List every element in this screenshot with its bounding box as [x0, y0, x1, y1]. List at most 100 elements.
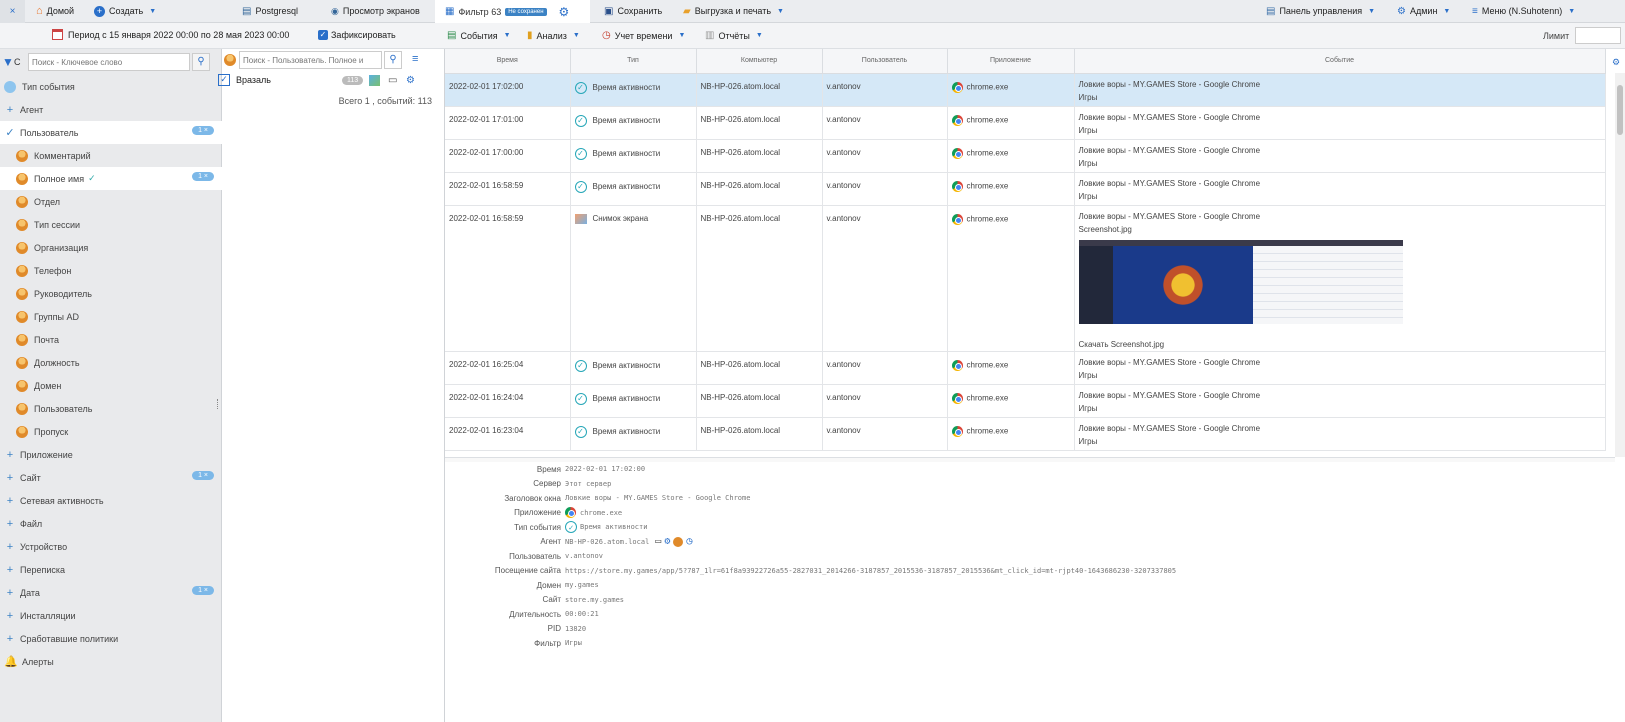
table-row[interactable]: 2022-02-01 16:25:04 ✓ Время активности NB-H…: [445, 351, 1606, 385]
sidebar-item[interactable]: + Дата 1 ×: [0, 581, 222, 604]
sidebar-item[interactable]: + Файл: [0, 512, 222, 535]
column-app[interactable]: Приложение: [947, 49, 1075, 74]
resize-handle[interactable]: [217, 399, 219, 409]
expand-icon[interactable]: +: [4, 633, 16, 645]
clock-icon[interactable]: ◷: [686, 536, 692, 547]
column-event[interactable]: Событие: [1074, 49, 1606, 74]
export-button[interactable]: ▰ Выгрузка и печать ▼: [683, 6, 784, 17]
menu-button[interactable]: ≡ Меню (N.Suhotenn) ▼: [1472, 6, 1575, 17]
expand-icon[interactable]: +: [4, 587, 16, 599]
close-icon[interactable]: ×: [0, 0, 25, 23]
sidebar-item[interactable]: + Сайт 1 ×: [0, 466, 222, 489]
dashboard-button[interactable]: ▤ Панель управления ▼: [1266, 6, 1375, 17]
sidebar-item[interactable]: Полное имя ✓ 1 ×: [0, 167, 222, 190]
sidebar-item[interactable]: + Сработавшие политики: [0, 627, 222, 650]
admin-button[interactable]: ⚙ Админ ▼: [1397, 6, 1450, 17]
expand-icon[interactable]: +: [4, 518, 16, 530]
filter-count-badge[interactable]: 1 ×: [192, 172, 214, 181]
settings-icon[interactable]: ⚙: [406, 75, 415, 86]
result-checkbox[interactable]: ✓: [218, 74, 230, 86]
sidebar-item[interactable]: Должность: [0, 351, 222, 374]
time-tracking-button[interactable]: ◷ Учет времени ▼: [602, 30, 685, 41]
sidebar-item[interactable]: Организация: [0, 236, 222, 259]
sidebar-item[interactable]: + Сетевая активность: [0, 489, 222, 512]
grid-scrollbar[interactable]: [1615, 73, 1625, 457]
sidebar-item[interactable]: Тип события: [0, 75, 222, 98]
sidebar-item[interactable]: Телефон: [0, 259, 222, 282]
sidebar-search-input[interactable]: [28, 53, 190, 71]
expand-icon[interactable]: +: [4, 472, 16, 484]
search-icon[interactable]: ⚲: [384, 51, 402, 69]
analysis-button[interactable]: ▮ Анализ ▼: [527, 30, 580, 41]
column-computer[interactable]: Компьютер: [696, 49, 823, 74]
table-row[interactable]: 2022-02-01 16:24:04 ✓ Время активности NB-H…: [445, 384, 1606, 418]
sidebar-item[interactable]: Пользователь: [0, 397, 222, 420]
user-search-input[interactable]: [239, 51, 382, 69]
sidebar-item[interactable]: + Инсталляции: [0, 604, 222, 627]
sidebar-item[interactable]: ✓ Пользователь 1 ×: [0, 121, 222, 144]
home-button[interactable]: ⌂ Домой: [36, 5, 74, 17]
postgresql-button[interactable]: ▤ Postgresql: [242, 6, 298, 17]
result-item[interactable]: ✓ Вразаль 113 ▭ ⚙: [218, 72, 432, 88]
user-icon[interactable]: [673, 536, 684, 547]
screens-button[interactable]: ◉ Просмотр экранов: [331, 6, 420, 17]
monitor-icon[interactable]: ▭: [655, 536, 661, 547]
sidebar-item[interactable]: Тип сессии: [0, 213, 222, 236]
reports-button[interactable]: ▥ Отчёты ▼: [705, 30, 763, 41]
sidebar-item[interactable]: + Приложение: [0, 443, 222, 466]
screenshot-thumbnail[interactable]: [1078, 239, 1403, 324]
limit-input[interactable]: [1575, 27, 1621, 44]
sidebar-item[interactable]: Отдел: [0, 190, 222, 213]
sidebar-item[interactable]: Руководитель: [0, 282, 222, 305]
chevron-down-icon: ▼: [755, 32, 763, 39]
download-link[interactable]: Скачать Screenshot.jpg: [1079, 338, 1601, 351]
settings-icon[interactable]: ⚙: [664, 536, 670, 547]
filter-letter[interactable]: С: [14, 57, 21, 67]
column-user[interactable]: Пользователь: [822, 49, 948, 74]
list-menu-icon[interactable]: ≡: [412, 53, 418, 65]
expand-icon[interactable]: +: [4, 449, 16, 461]
calendar-icon[interactable]: [52, 29, 63, 40]
gear-icon[interactable]: ⚙: [559, 5, 570, 19]
scrollbar-thumb[interactable]: [1617, 85, 1623, 135]
tab-filter-63[interactable]: ▦ Фильтр 63 Не сохранен ⚙: [435, 0, 590, 23]
funnel-icon[interactable]: ▼: [2, 55, 14, 69]
sidebar-item[interactable]: Почта: [0, 328, 222, 351]
period-text[interactable]: Период с 15 января 2022 00:00 по 28 мая …: [68, 30, 289, 40]
events-button[interactable]: ▤ События ▼: [447, 30, 511, 41]
search-icon[interactable]: ⚲: [192, 53, 210, 71]
sidebar-item[interactable]: Пропуск: [0, 420, 222, 443]
sidebar-item[interactable]: + Устройство: [0, 535, 222, 558]
save-button[interactable]: ▣ Сохранить: [604, 6, 662, 17]
expand-icon[interactable]: +: [4, 541, 16, 553]
event-title: Ловкие воры - MY.GAMES Store - Google Ch…: [1078, 423, 1261, 433]
create-button[interactable]: + Создать ▼: [94, 5, 156, 17]
sidebar-item[interactable]: Домен: [0, 374, 222, 397]
collapse-icon[interactable]: ✓: [4, 126, 16, 139]
sidebar-item[interactable]: Группы AD: [0, 305, 222, 328]
table-row[interactable]: 2022-02-01 17:00:00 ✓ Время активности NB-H…: [445, 139, 1606, 173]
column-settings-icon[interactable]: ⚙: [1612, 57, 1620, 68]
column-type[interactable]: Тип: [570, 49, 697, 74]
table-row[interactable]: 2022-02-01 16:58:59 ✓ Время активности NB-H…: [445, 172, 1606, 206]
expand-icon[interactable]: +: [4, 495, 16, 507]
screenshot-icon[interactable]: [369, 74, 380, 86]
expand-icon[interactable]: +: [4, 564, 16, 576]
filter-count-badge[interactable]: 1 ×: [192, 471, 214, 480]
column-time[interactable]: Время: [445, 49, 571, 74]
table-row[interactable]: 2022-02-01 17:02:00 ✓ Время активности NB-H…: [445, 73, 1606, 107]
sidebar-item[interactable]: 🔔 Алерты: [0, 650, 222, 673]
table-row[interactable]: 2022-02-01 16:23:04 ✓ Время активности NB-H…: [445, 417, 1606, 451]
table-row[interactable]: 2022-02-01 16:58:59 Снимок экрана NB-HP-02…: [445, 205, 1606, 352]
expand-icon[interactable]: +: [4, 104, 16, 116]
monitor-icon[interactable]: ▭: [388, 75, 397, 86]
filter-count-badge[interactable]: 1 ×: [192, 126, 214, 135]
pin-checkbox[interactable]: ✓: [318, 30, 328, 40]
cell-computer: NB-HP-026.atom.local: [696, 384, 823, 418]
expand-icon[interactable]: +: [4, 610, 16, 622]
filter-count-badge[interactable]: 1 ×: [192, 586, 214, 595]
table-row[interactable]: 2022-02-01 17:01:00 ✓ Время активности NB-H…: [445, 106, 1606, 140]
sidebar-item[interactable]: + Агент: [0, 98, 222, 121]
sidebar-item[interactable]: Комментарий: [0, 144, 222, 167]
sidebar-item[interactable]: + Переписка: [0, 558, 222, 581]
